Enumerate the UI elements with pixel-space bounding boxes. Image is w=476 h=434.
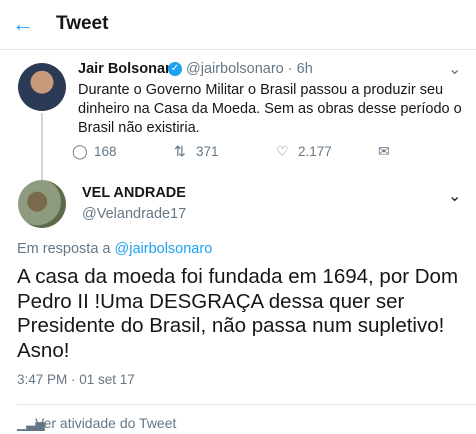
retweet-button[interactable]: ⇅ 371 (174, 143, 219, 161)
top-bar: ← Tweet (0, 0, 476, 50)
reply-context: Em resposta a @jairbolsonaro (17, 241, 212, 257)
retweet-icon: ⇅ (174, 143, 186, 159)
page-title: Tweet (56, 13, 109, 34)
reply-mention-link[interactable]: @jairbolsonaro (115, 241, 213, 257)
reply-button[interactable]: ◯ 168 (72, 143, 117, 161)
author-handle-time[interactable]: @jairbolsonaro · 6h (186, 61, 313, 77)
verified-badge-icon: ✓ (168, 62, 182, 76)
reply-icon: ◯ (72, 143, 88, 159)
chevron-down-icon[interactable]: ⌄ (448, 59, 461, 79)
retweet-count: 371 (196, 144, 219, 159)
reply-tweet[interactable]: VEL ANDRADE @Velandrade17 ⌄ Em resposta … (0, 172, 476, 394)
like-button[interactable]: ♡ 2.177 (276, 143, 332, 161)
bar-chart-icon: ▁▃▅ (17, 417, 45, 431)
avatar[interactable] (18, 63, 66, 111)
back-arrow-icon[interactable]: ← (12, 10, 36, 38)
chevron-down-icon[interactable]: ⌄ (448, 186, 461, 206)
divider (17, 404, 476, 405)
author-handle[interactable]: @Velandrade17 (82, 206, 186, 222)
avatar[interactable] (18, 180, 66, 228)
like-count: 2.177 (298, 144, 332, 159)
reply-count: 168 (94, 144, 117, 159)
tweet-actions: ◯ 168 ⇅ 371 ♡ 2.177 ✉ (72, 143, 462, 161)
tweet-text: Durante o Governo Militar o Brasil passo… (78, 82, 462, 136)
tweet-text: A casa da moeda foi fundada em 1694, por… (17, 265, 459, 362)
author-name[interactable]: Jair Bolsonaro (78, 61, 180, 77)
direct-message-button[interactable]: ✉ (378, 143, 400, 161)
view-activity-label: Ver atividade do Tweet (35, 415, 177, 431)
view-activity-link[interactable]: ▁▃▅Ver atividade do Tweet (17, 415, 176, 431)
reply-context-label: Em resposta a (17, 241, 115, 257)
tweet-timestamp[interactable]: 3:47 PM · 01 set 17 (17, 372, 135, 387)
parent-tweet[interactable]: Jair Bolsonaro ✓ @jairbolsonaro · 6h ⌄ D… (0, 51, 476, 223)
author-name[interactable]: VEL ANDRADE (82, 185, 186, 201)
envelope-icon: ✉ (378, 143, 390, 159)
heart-icon: ♡ (276, 143, 289, 159)
